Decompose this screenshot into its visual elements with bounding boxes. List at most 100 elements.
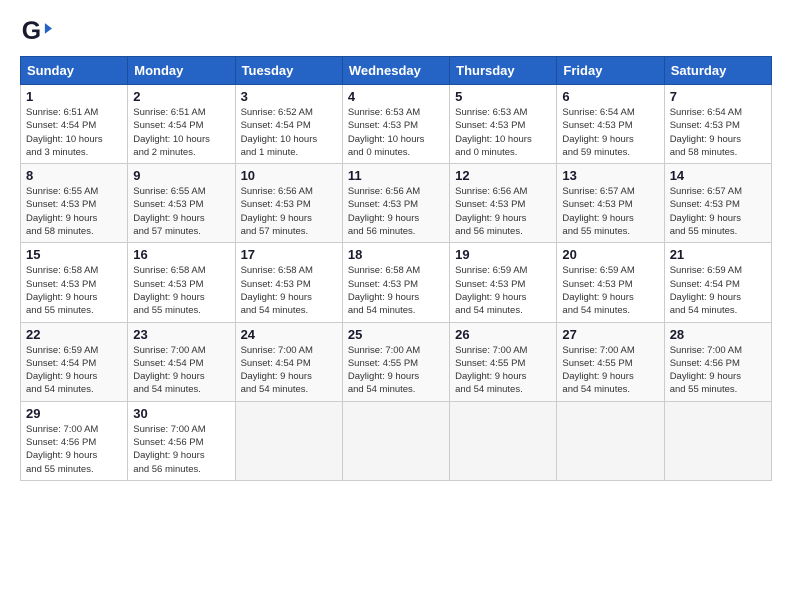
calendar-cell: 26 Sunrise: 7:00 AMSunset: 4:55 PMDayligh… xyxy=(450,322,557,401)
day-info: Sunrise: 7:00 AMSunset: 4:55 PMDaylight:… xyxy=(562,344,658,397)
svg-text:G: G xyxy=(22,17,41,45)
calendar-cell: 21 Sunrise: 6:59 AMSunset: 4:54 PMDayligh… xyxy=(664,243,771,322)
calendar-cell: 18 Sunrise: 6:58 AMSunset: 4:53 PMDayligh… xyxy=(342,243,449,322)
day-number: 26 xyxy=(455,327,551,342)
day-info: Sunrise: 6:57 AMSunset: 4:53 PMDaylight:… xyxy=(670,185,766,238)
calendar-week-row: 8 Sunrise: 6:55 AMSunset: 4:53 PMDaylight… xyxy=(21,164,772,243)
day-number: 20 xyxy=(562,247,658,262)
day-number: 12 xyxy=(455,168,551,183)
day-info: Sunrise: 6:51 AMSunset: 4:54 PMDaylight:… xyxy=(26,106,122,159)
day-info: Sunrise: 6:56 AMSunset: 4:53 PMDaylight:… xyxy=(455,185,551,238)
calendar-cell: 7Sunrise: 6:54 AMSunset: 4:53 PMDaylight… xyxy=(664,85,771,164)
day-number: 28 xyxy=(670,327,766,342)
calendar-cell: 6 Sunrise: 6:54 AMSunset: 4:53 PMDaylight… xyxy=(557,85,664,164)
calendar-cell: 25 Sunrise: 7:00 AMSunset: 4:55 PMDayligh… xyxy=(342,322,449,401)
calendar-cell: 17 Sunrise: 6:58 AMSunset: 4:53 PMDayligh… xyxy=(235,243,342,322)
calendar-cell xyxy=(450,401,557,480)
calendar-header-row: SundayMondayTuesdayWednesdayThursdayFrid… xyxy=(21,57,772,85)
calendar-cell: 13 Sunrise: 6:57 AMSunset: 4:53 PMDayligh… xyxy=(557,164,664,243)
day-number: 23 xyxy=(133,327,229,342)
calendar-cell: 24 Sunrise: 7:00 AMSunset: 4:54 PMDayligh… xyxy=(235,322,342,401)
calendar-week-row: 15 Sunrise: 6:58 AMSunset: 4:53 PMDayligh… xyxy=(21,243,772,322)
day-number: 1 xyxy=(26,89,122,104)
calendar-cell: 5 Sunrise: 6:53 AMSunset: 4:53 PMDaylight… xyxy=(450,85,557,164)
day-info: Sunrise: 6:55 AMSunset: 4:53 PMDaylight:… xyxy=(26,185,122,238)
day-number: 22 xyxy=(26,327,122,342)
page-header: G xyxy=(20,16,772,48)
day-info: Sunrise: 7:00 AMSunset: 4:54 PMDaylight:… xyxy=(241,344,337,397)
day-info: Sunrise: 6:53 AMSunset: 4:53 PMDaylight:… xyxy=(348,106,444,159)
day-number: 21 xyxy=(670,247,766,262)
day-number: 15 xyxy=(26,247,122,262)
day-number: 24 xyxy=(241,327,337,342)
day-info: Sunrise: 7:00 AMSunset: 4:56 PMDaylight:… xyxy=(26,423,122,476)
calendar-cell xyxy=(557,401,664,480)
day-info: Sunrise: 7:00 AMSunset: 4:56 PMDaylight:… xyxy=(133,423,229,476)
day-info: Sunrise: 6:58 AMSunset: 4:53 PMDaylight:… xyxy=(133,264,229,317)
day-info: Sunrise: 7:00 AMSunset: 4:55 PMDaylight:… xyxy=(455,344,551,397)
day-info: Sunrise: 6:59 AMSunset: 4:54 PMDaylight:… xyxy=(26,344,122,397)
calendar-cell: 27 Sunrise: 7:00 AMSunset: 4:55 PMDayligh… xyxy=(557,322,664,401)
calendar-week-row: 22 Sunrise: 6:59 AMSunset: 4:54 PMDayligh… xyxy=(21,322,772,401)
day-number: 2 xyxy=(133,89,229,104)
day-info: Sunrise: 6:58 AMSunset: 4:53 PMDaylight:… xyxy=(26,264,122,317)
day-number: 3 xyxy=(241,89,337,104)
calendar-cell xyxy=(664,401,771,480)
calendar-cell: 28 Sunrise: 7:00 AMSunset: 4:56 PMDayligh… xyxy=(664,322,771,401)
day-number: 27 xyxy=(562,327,658,342)
calendar-cell: 16 Sunrise: 6:58 AMSunset: 4:53 PMDayligh… xyxy=(128,243,235,322)
calendar-cell: 3 Sunrise: 6:52 AMSunset: 4:54 PMDaylight… xyxy=(235,85,342,164)
day-info: Sunrise: 6:54 AMSunset: 4:53 PMDaylight:… xyxy=(562,106,658,159)
day-info: Sunrise: 6:55 AMSunset: 4:53 PMDaylight:… xyxy=(133,185,229,238)
day-number: 4 xyxy=(348,89,444,104)
day-number: 16 xyxy=(133,247,229,262)
calendar-cell: 15 Sunrise: 6:58 AMSunset: 4:53 PMDayligh… xyxy=(21,243,128,322)
calendar-cell: 30 Sunrise: 7:00 AMSunset: 4:56 PMDayligh… xyxy=(128,401,235,480)
logo: G xyxy=(20,16,56,48)
calendar-cell: 8 Sunrise: 6:55 AMSunset: 4:53 PMDaylight… xyxy=(21,164,128,243)
day-info: Sunrise: 6:53 AMSunset: 4:53 PMDaylight:… xyxy=(455,106,551,159)
logo-icon: G xyxy=(20,16,52,48)
day-info: Sunrise: 6:52 AMSunset: 4:54 PMDaylight:… xyxy=(241,106,337,159)
day-number: 5 xyxy=(455,89,551,104)
calendar-table: SundayMondayTuesdayWednesdayThursdayFrid… xyxy=(20,56,772,481)
weekday-header-monday: Monday xyxy=(128,57,235,85)
day-info: Sunrise: 7:00 AMSunset: 4:54 PMDaylight:… xyxy=(133,344,229,397)
day-info: Sunrise: 6:59 AMSunset: 4:53 PMDaylight:… xyxy=(455,264,551,317)
weekday-header-friday: Friday xyxy=(557,57,664,85)
day-number: 6 xyxy=(562,89,658,104)
calendar-cell: 12 Sunrise: 6:56 AMSunset: 4:53 PMDayligh… xyxy=(450,164,557,243)
weekday-header-saturday: Saturday xyxy=(664,57,771,85)
calendar-cell: 29Sunrise: 7:00 AMSunset: 4:56 PMDayligh… xyxy=(21,401,128,480)
weekday-header-sunday: Sunday xyxy=(21,57,128,85)
day-info: Sunrise: 6:59 AMSunset: 4:54 PMDaylight:… xyxy=(670,264,766,317)
day-number: 17 xyxy=(241,247,337,262)
day-info: Sunrise: 6:58 AMSunset: 4:53 PMDaylight:… xyxy=(241,264,337,317)
day-info: Sunrise: 6:56 AMSunset: 4:53 PMDaylight:… xyxy=(348,185,444,238)
calendar-cell xyxy=(342,401,449,480)
day-info: Sunrise: 7:00 AMSunset: 4:55 PMDaylight:… xyxy=(348,344,444,397)
day-number: 14 xyxy=(670,168,766,183)
day-info: Sunrise: 7:00 AMSunset: 4:56 PMDaylight:… xyxy=(670,344,766,397)
day-info: Sunrise: 6:57 AMSunset: 4:53 PMDaylight:… xyxy=(562,185,658,238)
day-info: Sunrise: 6:56 AMSunset: 4:53 PMDaylight:… xyxy=(241,185,337,238)
day-number: 8 xyxy=(26,168,122,183)
day-info: Sunrise: 6:59 AMSunset: 4:53 PMDaylight:… xyxy=(562,264,658,317)
calendar-cell: 10Sunrise: 6:56 AMSunset: 4:53 PMDayligh… xyxy=(235,164,342,243)
day-number: 13 xyxy=(562,168,658,183)
day-number: 25 xyxy=(348,327,444,342)
day-number: 9 xyxy=(133,168,229,183)
calendar-week-row: 29Sunrise: 7:00 AMSunset: 4:56 PMDayligh… xyxy=(21,401,772,480)
day-number: 30 xyxy=(133,406,229,421)
calendar-cell: 22 Sunrise: 6:59 AMSunset: 4:54 PMDayligh… xyxy=(21,322,128,401)
calendar-cell: 20 Sunrise: 6:59 AMSunset: 4:53 PMDayligh… xyxy=(557,243,664,322)
day-info: Sunrise: 6:58 AMSunset: 4:53 PMDaylight:… xyxy=(348,264,444,317)
calendar-cell: 11Sunrise: 6:56 AMSunset: 4:53 PMDayligh… xyxy=(342,164,449,243)
day-number: 18 xyxy=(348,247,444,262)
weekday-header-thursday: Thursday xyxy=(450,57,557,85)
calendar-cell: 9 Sunrise: 6:55 AMSunset: 4:53 PMDaylight… xyxy=(128,164,235,243)
calendar-cell xyxy=(235,401,342,480)
calendar-cell: 1 Sunrise: 6:51 AMSunset: 4:54 PMDaylight… xyxy=(21,85,128,164)
day-number: 7 xyxy=(670,89,766,104)
calendar-cell: 2Sunrise: 6:51 AMSunset: 4:54 PMDaylight… xyxy=(128,85,235,164)
